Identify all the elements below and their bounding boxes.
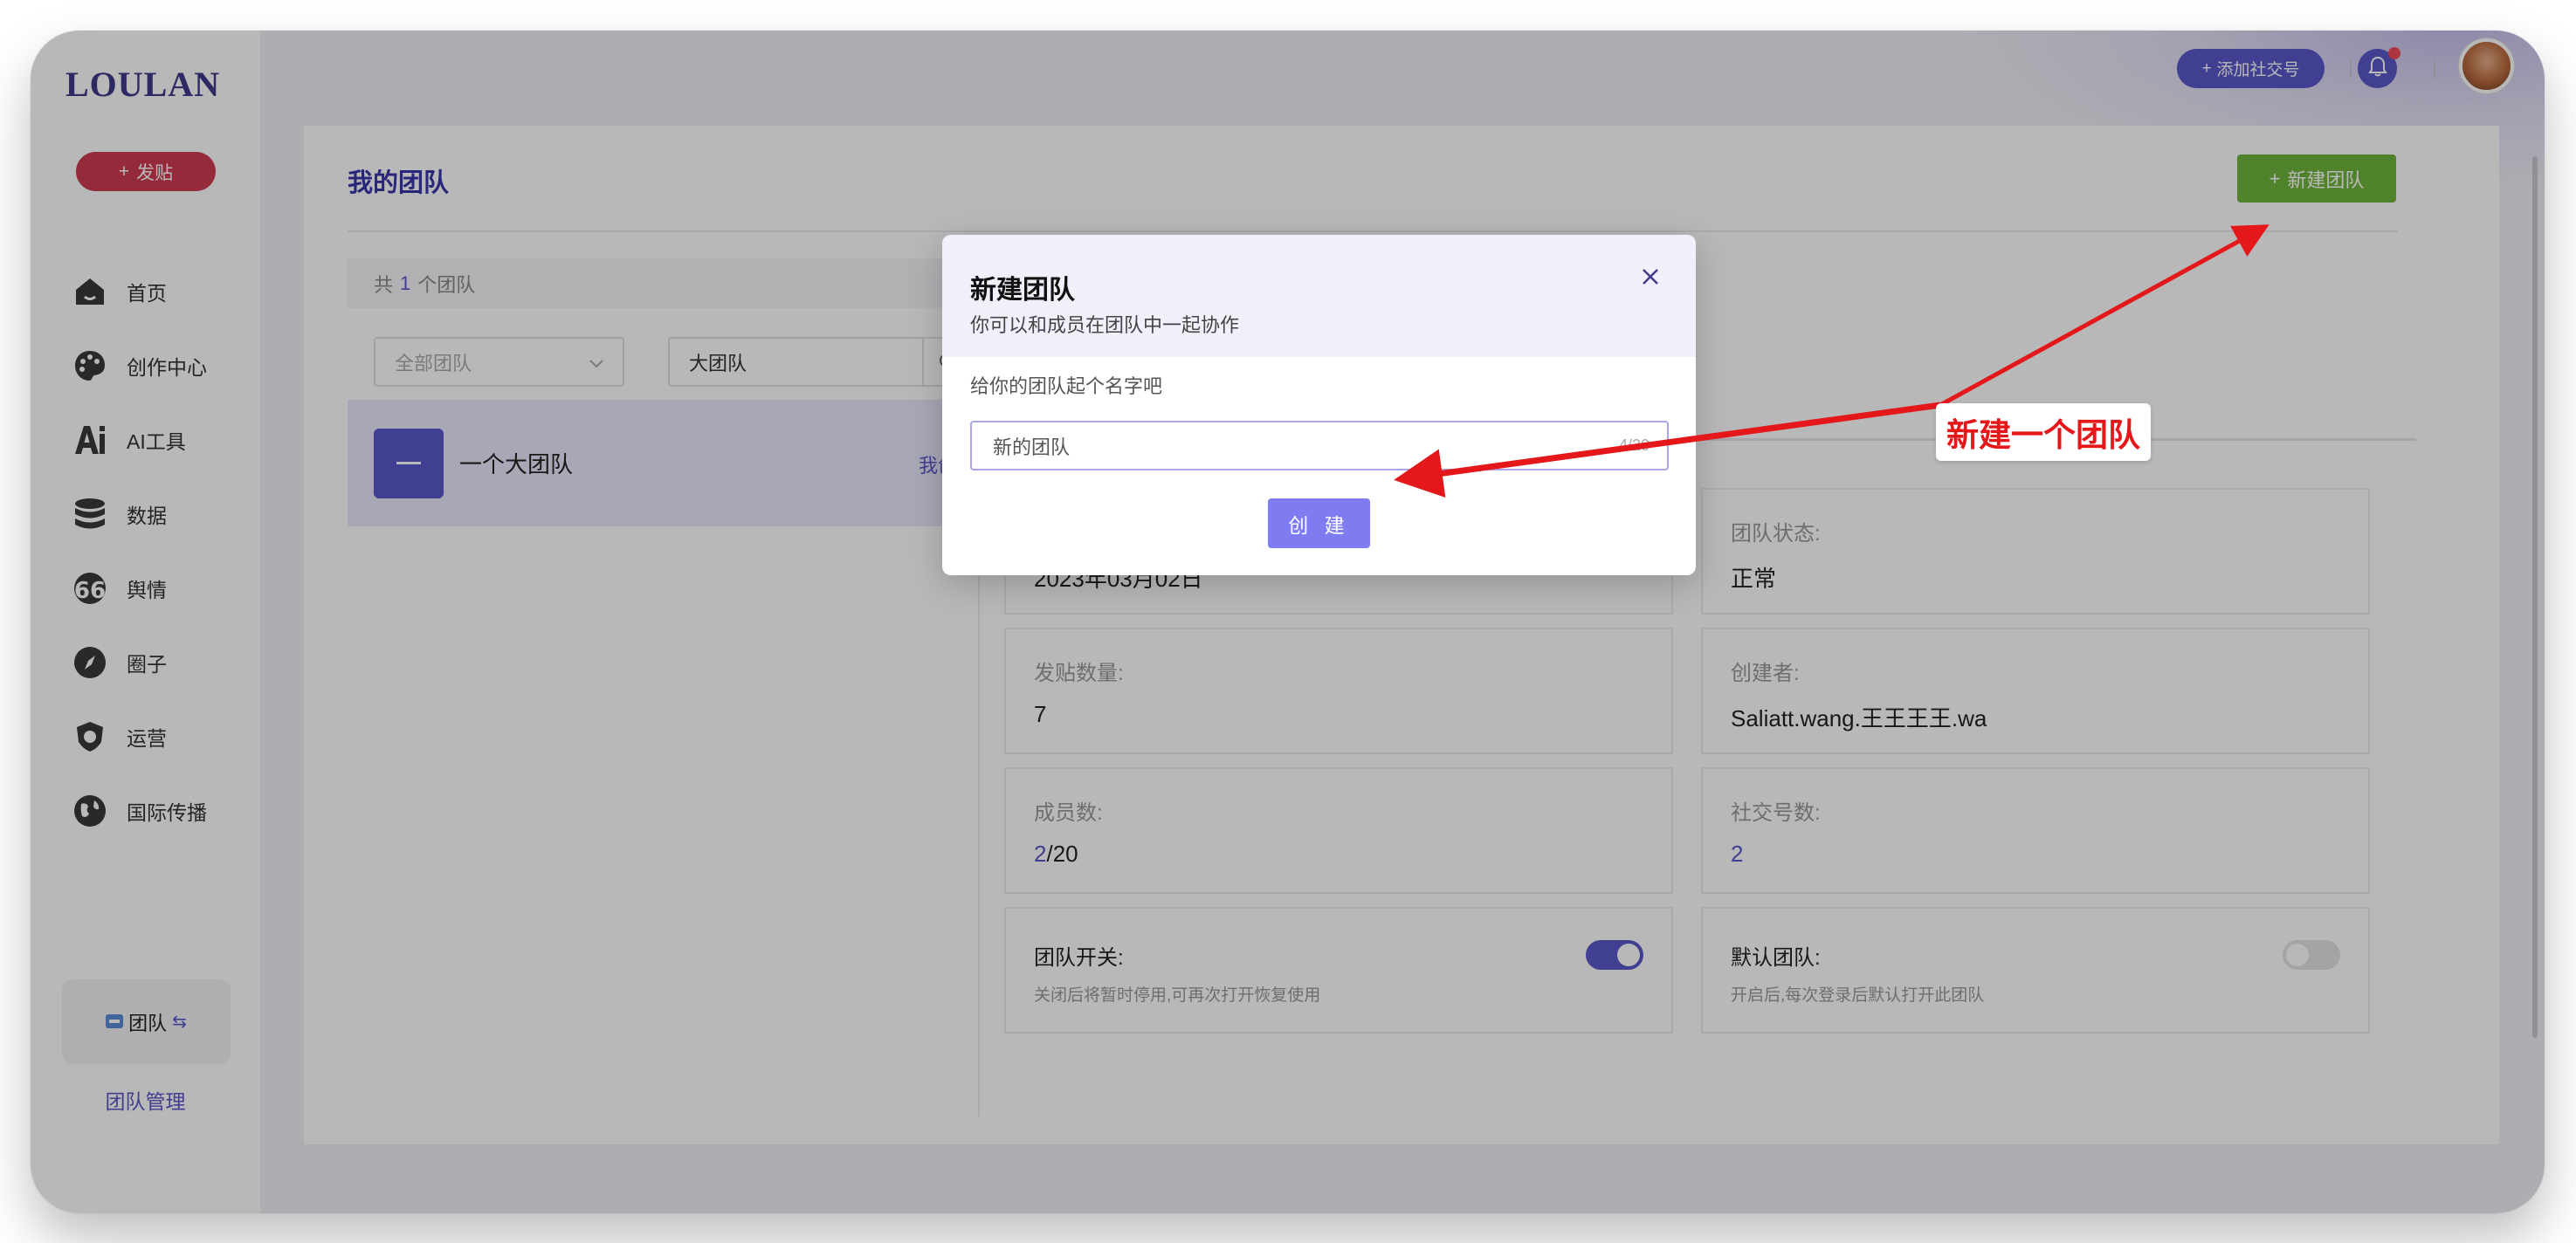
annotation-label: 新建一个团队	[1936, 403, 2151, 461]
arrow-to-new-team-button	[1939, 224, 2269, 408]
arrow-to-create-button	[1394, 402, 1941, 498]
annotation-arrows	[1394, 224, 2269, 498]
